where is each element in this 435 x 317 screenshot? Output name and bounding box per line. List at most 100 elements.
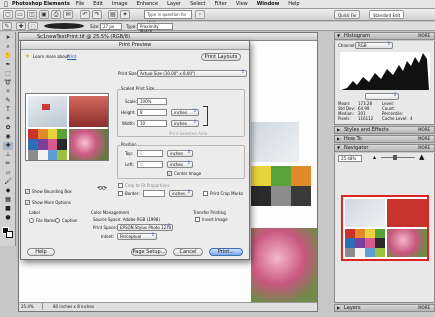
expand-triangle-icon[interactable]: ▶ (337, 136, 340, 142)
center-image-checkbox[interactable]: ✓ (167, 171, 172, 176)
save-icon[interactable]: ▣ (39, 10, 49, 19)
layers-panel-header[interactable]: ▶ Layers MORE (334, 304, 435, 312)
app-menu[interactable]: Photoshop Elements (12, 1, 70, 7)
show-bounding-box-checkbox[interactable]: ✓ (25, 189, 30, 194)
scale-field[interactable]: 100% (137, 98, 167, 105)
menu-file[interactable]: File (76, 1, 84, 7)
menu-layer[interactable]: Layer (167, 1, 181, 7)
top-unit-select[interactable]: inches (167, 150, 193, 157)
invert-image-checkbox[interactable] (195, 217, 200, 222)
histogram-more-button[interactable]: MORE (418, 33, 430, 39)
width-field[interactable]: 10 (137, 120, 167, 127)
collapse-triangle-icon[interactable]: ▼ (337, 33, 340, 39)
expand-triangle-icon[interactable]: ▶ (337, 305, 340, 311)
menu-select[interactable]: Select (190, 1, 205, 7)
brush-preview-icon[interactable] (44, 23, 84, 29)
open-file-icon[interactable]: ▭ (15, 10, 25, 19)
navigator-more-button[interactable]: MORE (418, 145, 430, 151)
histogram-panel-header[interactable]: ▼ Histogram MORE (334, 32, 435, 40)
zoom-out-icon[interactable]: ▴ (373, 154, 376, 161)
step-backward-icon[interactable]: ↶ (80, 10, 90, 19)
gradient-tool-icon[interactable]: ▦ (3, 196, 13, 204)
print-button[interactable]: Print... (209, 248, 243, 256)
standard-edit-button[interactable]: Standard Edit (369, 10, 405, 19)
menu-view[interactable]: View (236, 1, 248, 7)
zoom-in-icon[interactable]: ▲ (419, 153, 424, 161)
border-unit-select[interactable]: inches (169, 190, 193, 197)
left-unit-select[interactable]: inches (167, 161, 193, 168)
healing-brush-icon[interactable]: ✎ (2, 22, 12, 30)
show-more-options-checkbox[interactable]: ✓ (25, 200, 30, 205)
height-unit-select[interactable]: inches (171, 109, 199, 116)
photo-bin-icon[interactable]: ▤ (108, 10, 118, 19)
paint-bucket-tool-icon[interactable]: ◆ (3, 187, 13, 195)
step-forward-icon[interactable]: ↷ (92, 10, 102, 19)
print-space-select[interactable]: EPSON Stylus Photo 1270 (117, 224, 173, 231)
styles-panel-header[interactable]: ▶ Styles and Effects MORE (334, 126, 435, 134)
navigator-zoom-field[interactable]: 25.48% (338, 155, 362, 162)
spot-healing-icon[interactable]: ◌ (28, 22, 38, 30)
zoom-slider[interactable] (381, 157, 415, 158)
shape-tool-icon[interactable]: ■ (3, 205, 13, 213)
border-checkbox[interactable] (118, 191, 123, 196)
caption-checkbox[interactable] (55, 218, 60, 223)
search-go-icon[interactable]: › (195, 10, 205, 19)
histogram-source-select[interactable] (365, 93, 399, 100)
print-size-select[interactable]: Actual Size (10.00" x 8.00") (137, 70, 247, 77)
file-name-checkbox[interactable] (29, 218, 34, 223)
menu-window[interactable]: Window (257, 1, 279, 7)
email-icon[interactable]: ✉ (63, 10, 73, 19)
border-field[interactable] (143, 190, 165, 197)
eyedropper-tool-icon[interactable]: ✒ (3, 61, 13, 69)
healing-brush-tool-icon[interactable]: ✚ (3, 142, 13, 150)
hand-tool-icon[interactable]: ✋ (3, 52, 13, 60)
magic-wand-tool-icon[interactable]: ✧ (3, 88, 13, 96)
expand-triangle-icon[interactable]: ▶ (337, 127, 340, 133)
help-search-input[interactable]: Type in question for Help (144, 10, 192, 25)
new-file-icon[interactable]: ▢ (3, 10, 13, 19)
collapse-triangle-icon[interactable]: ▼ (337, 145, 340, 151)
clone-stamp-tool-icon[interactable]: ⊥ (3, 151, 13, 159)
print-preview-image[interactable] (25, 93, 109, 161)
menu-enhance[interactable]: Enhance (137, 1, 159, 7)
howto-more-button[interactable]: MORE (418, 136, 430, 142)
zoom-tool-icon[interactable]: ⌕ (3, 43, 13, 51)
height-field[interactable]: 8 (137, 109, 167, 116)
eraser-tool-icon[interactable]: ▱ (3, 169, 13, 177)
selection-brush-tool-icon[interactable]: ✎ (3, 97, 13, 105)
blur-tool-icon[interactable]: ● (3, 214, 13, 222)
help-button[interactable]: Help (27, 248, 55, 256)
create-icon[interactable]: ✦ (120, 10, 130, 19)
pencil-tool-icon[interactable]: ✏ (3, 160, 13, 168)
page-setup-button[interactable]: Page Setup... (131, 248, 167, 256)
print-layouts-button[interactable]: Print Layouts (201, 53, 241, 61)
crop-to-fit-checkbox[interactable] (118, 183, 123, 188)
cookie-cutter-tool-icon[interactable]: ✿ (3, 124, 13, 132)
zoom-slider-thumb[interactable] (393, 155, 397, 160)
intent-select[interactable]: Perceptual (117, 233, 157, 240)
channel-select[interactable]: RGB (355, 42, 393, 49)
type-tool-icon[interactable]: T (3, 106, 13, 114)
rotate-icon[interactable]: ⟲⟳ (97, 185, 107, 192)
top-field[interactable]: 0 (137, 150, 163, 157)
lasso-tool-icon[interactable]: ➰ (3, 79, 13, 87)
styles-more-button[interactable]: MORE (418, 127, 430, 133)
width-unit-select[interactable]: inches (171, 120, 199, 127)
healing-mode-icon[interactable]: ✚ (16, 22, 26, 30)
quick-fix-button[interactable]: Quick Fix (334, 10, 361, 19)
menu-help[interactable]: Help (288, 1, 299, 7)
learn-more-link[interactable]: Print (67, 54, 76, 59)
layers-more-button[interactable]: MORE (418, 305, 430, 311)
menu-filter[interactable]: Filter (215, 1, 227, 7)
move-tool-icon[interactable]: ➤ (3, 34, 13, 42)
cancel-button[interactable]: Cancel (173, 248, 203, 256)
menu-image[interactable]: Image (112, 1, 128, 7)
browse-icon[interactable]: ◫ (27, 10, 37, 19)
brush-tool-icon[interactable]: 🖌 (3, 178, 13, 186)
marquee-tool-icon[interactable]: ⬚ (3, 70, 13, 78)
red-eye-tool-icon[interactable]: ◉ (3, 133, 13, 141)
print-crop-marks-checkbox[interactable] (203, 191, 208, 196)
left-field[interactable]: 0 (137, 161, 163, 168)
size-field[interactable]: 27 px (100, 23, 122, 30)
print-icon[interactable]: ⎙ (51, 10, 61, 19)
